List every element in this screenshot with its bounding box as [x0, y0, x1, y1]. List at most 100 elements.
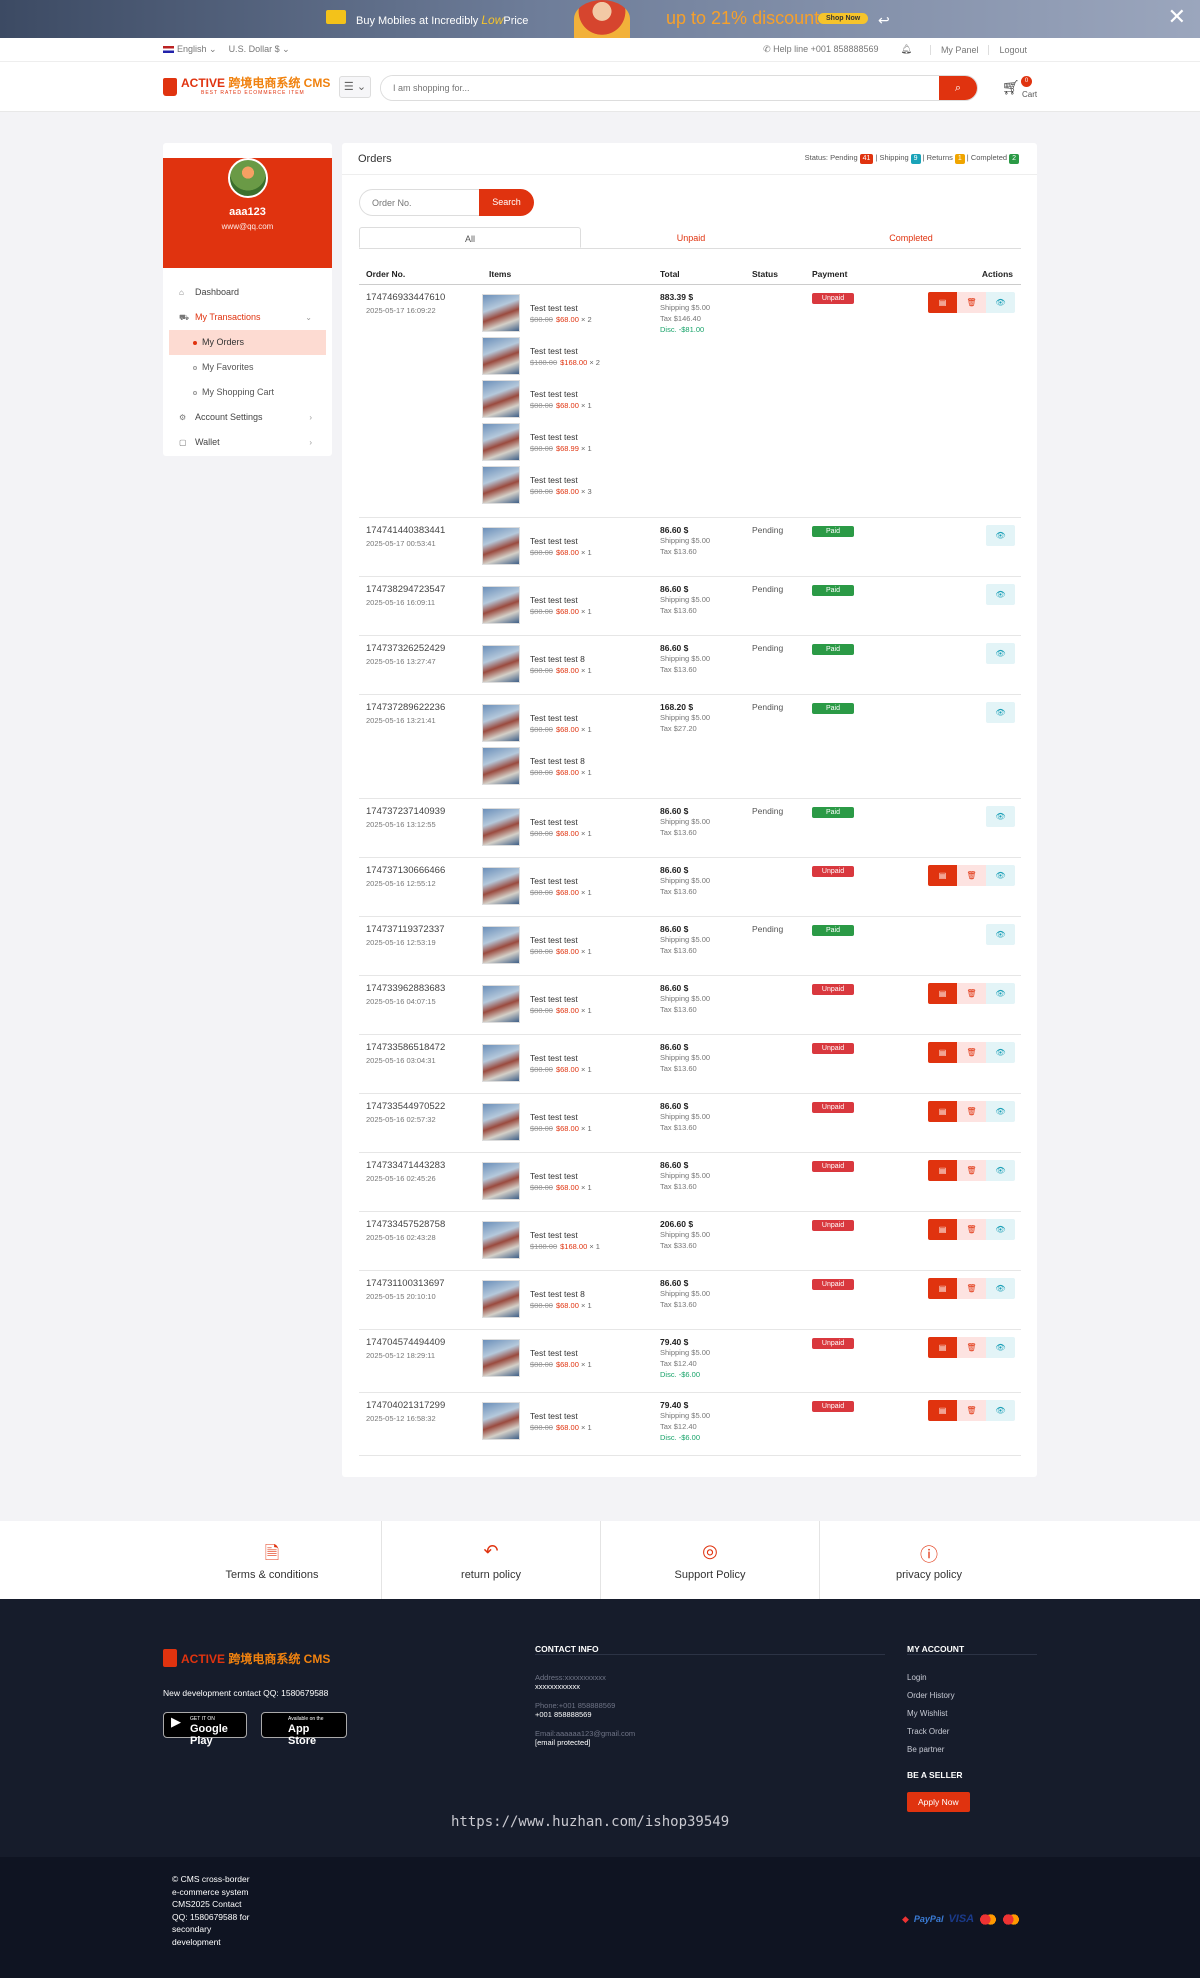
- terms-link[interactable]: 🗎 Terms & conditions: [163, 1521, 382, 1599]
- tab-all[interactable]: All: [359, 227, 581, 248]
- pay-button[interactable]: ▤: [928, 1159, 957, 1181]
- product-thumbnail[interactable]: [482, 704, 520, 742]
- delete-button[interactable]: 🗑︎: [957, 864, 986, 886]
- order-item[interactable]: Test test test $188.00 $168.00 × 2: [482, 335, 660, 378]
- order-number[interactable]: 174733962883683: [366, 983, 482, 994]
- search-input[interactable]: [381, 76, 941, 100]
- view-button[interactable]: 👁︎: [986, 291, 1015, 313]
- pay-button[interactable]: ▤: [928, 864, 957, 886]
- order-number[interactable]: 174737237140939: [366, 806, 482, 817]
- view-button[interactable]: 👁︎: [986, 1399, 1015, 1421]
- order-number[interactable]: 174738294723547: [366, 584, 482, 595]
- view-button[interactable]: 👁︎: [986, 1336, 1015, 1358]
- order-item[interactable]: Test test test $88.00 $68.00 × 1: [482, 1101, 660, 1144]
- order-search-button[interactable]: Search: [479, 189, 534, 216]
- view-button[interactable]: 👁︎: [986, 805, 1015, 827]
- order-item[interactable]: Test test test $188.00 $168.00 × 1: [482, 1219, 660, 1262]
- pay-button[interactable]: ▤: [928, 1336, 957, 1358]
- order-item[interactable]: Test test test $88.00 $68.00 × 1: [482, 1160, 660, 1203]
- order-item[interactable]: Test test test $88.00 $68.00 × 1: [482, 1042, 660, 1085]
- product-thumbnail[interactable]: [482, 926, 520, 964]
- site-logo[interactable]: ACTIVE 跨境电商系统 CMS BEST RATED ECOMMERCE I…: [163, 77, 330, 96]
- delete-button[interactable]: 🗑︎: [957, 1218, 986, 1240]
- product-thumbnail[interactable]: [482, 985, 520, 1023]
- login-link[interactable]: Login: [907, 1673, 1037, 1682]
- order-item[interactable]: Test test test 8 $88.00 $68.00 × 1: [482, 643, 660, 686]
- tab-completed[interactable]: Completed: [801, 227, 1021, 248]
- delete-button[interactable]: 🗑︎: [957, 1399, 986, 1421]
- sidebar-item-wallet[interactable]: ▢ Wallet ›: [163, 430, 332, 455]
- google-play-button[interactable]: ▶ GET IT ON Google Play: [163, 1712, 247, 1747]
- logout-link[interactable]: Logout: [988, 44, 1037, 55]
- order-item[interactable]: Test test test $88.00 $68.00 × 1: [482, 378, 660, 421]
- delete-button[interactable]: 🗑︎: [957, 291, 986, 313]
- pay-button[interactable]: ▤: [928, 1399, 957, 1421]
- order-item[interactable]: Test test test $88.00 $68.00 × 2: [482, 292, 660, 335]
- view-button[interactable]: 👁︎: [986, 524, 1015, 546]
- order-number[interactable]: 174737326252429: [366, 643, 482, 654]
- view-button[interactable]: 👁︎: [986, 923, 1015, 945]
- order-item[interactable]: Test test test $88.00 $68.00 × 1: [482, 1400, 660, 1443]
- order-item[interactable]: Test test test $88.00 $68.00 × 1: [482, 702, 660, 745]
- order-number[interactable]: 174737130666466: [366, 865, 482, 876]
- order-number[interactable]: 174733586518472: [366, 1042, 482, 1053]
- order-number[interactable]: 174741440383441: [366, 525, 482, 536]
- view-button[interactable]: 👁︎: [986, 1277, 1015, 1299]
- sidebar-item-my-orders[interactable]: My Orders: [169, 330, 326, 355]
- order-item[interactable]: Test test test $88.00 $68.00 × 1: [482, 983, 660, 1026]
- my-panel-link[interactable]: My Panel: [929, 44, 989, 55]
- order-number[interactable]: 174737119372337: [366, 924, 482, 935]
- order-number-input[interactable]: [359, 189, 479, 216]
- order-history-link[interactable]: Order History: [907, 1691, 1037, 1700]
- order-item[interactable]: Test test test $88.00 $68.00 × 1: [482, 806, 660, 849]
- product-thumbnail[interactable]: [482, 645, 520, 683]
- language-select[interactable]: English ⌄: [163, 44, 217, 55]
- pay-button[interactable]: ▤: [928, 1100, 957, 1122]
- order-number[interactable]: 174746933447610: [366, 292, 482, 303]
- category-menu-button[interactable]: ☰ ⌄: [339, 76, 371, 98]
- order-item[interactable]: Test test test $88.00 $68.00 × 1: [482, 1337, 660, 1380]
- view-button[interactable]: 👁︎: [986, 1041, 1015, 1063]
- order-item[interactable]: Test test test $88.00 $68.00 × 3: [482, 464, 660, 507]
- product-thumbnail[interactable]: [482, 423, 520, 461]
- delete-button[interactable]: 🗑︎: [957, 1100, 986, 1122]
- pay-button[interactable]: ▤: [928, 1277, 957, 1299]
- product-thumbnail[interactable]: [482, 1402, 520, 1440]
- apply-now-button[interactable]: Apply Now: [907, 1792, 970, 1812]
- view-button[interactable]: 👁︎: [986, 583, 1015, 605]
- view-button[interactable]: 👁︎: [986, 1100, 1015, 1122]
- product-thumbnail[interactable]: [482, 466, 520, 504]
- view-button[interactable]: 👁︎: [986, 864, 1015, 886]
- sidebar-item-account-settings[interactable]: ⚙ Account Settings ›: [163, 405, 332, 430]
- product-thumbnail[interactable]: [482, 1162, 520, 1200]
- product-thumbnail[interactable]: [482, 586, 520, 624]
- sidebar-item-dashboard[interactable]: ⌂ Dashboard: [163, 280, 332, 305]
- wishlist-link[interactable]: My Wishlist: [907, 1709, 1037, 1718]
- order-item[interactable]: Test test test 8 $88.00 $68.00 × 1: [482, 1278, 660, 1321]
- delete-button[interactable]: 🗑︎: [957, 1159, 986, 1181]
- sidebar-item-my-favorites[interactable]: My Favorites: [163, 355, 332, 380]
- order-item[interactable]: Test test test $88.00 $68.00 × 1: [482, 924, 660, 967]
- product-thumbnail[interactable]: [482, 1221, 520, 1259]
- sidebar-item-shopping-cart[interactable]: My Shopping Cart: [163, 380, 332, 405]
- product-thumbnail[interactable]: [482, 527, 520, 565]
- order-item[interactable]: Test test test $88.00 $68.99 × 1: [482, 421, 660, 464]
- order-item[interactable]: Test test test 8 $88.00 $68.00 × 1: [482, 745, 660, 788]
- order-item[interactable]: Test test test $88.00 $68.00 × 1: [482, 584, 660, 627]
- product-thumbnail[interactable]: [482, 747, 520, 785]
- view-button[interactable]: 👁︎: [986, 1218, 1015, 1240]
- cart-button[interactable]: 🛒︎ 0 Cart: [1002, 76, 1037, 99]
- product-thumbnail[interactable]: [482, 808, 520, 846]
- order-item[interactable]: Test test test $88.00 $68.00 × 1: [482, 525, 660, 568]
- sidebar-item-transactions[interactable]: ⛟ My Transactions ⌄: [163, 305, 332, 330]
- promo-banner[interactable]: Buy Mobiles at Incredibly LowPrice up to…: [0, 0, 1200, 38]
- product-thumbnail[interactable]: [482, 867, 520, 905]
- order-number[interactable]: 174731100313697: [366, 1278, 482, 1289]
- shop-now-button[interactable]: Shop Now: [818, 13, 869, 24]
- product-thumbnail[interactable]: [482, 1339, 520, 1377]
- footer-logo[interactable]: ACTIVE 跨境电商系统 CMS: [163, 1649, 330, 1667]
- search-button[interactable]: ⌕: [939, 76, 977, 100]
- view-button[interactable]: 👁︎: [986, 642, 1015, 664]
- close-icon[interactable]: ✕: [1168, 4, 1186, 30]
- pay-button[interactable]: ▤: [928, 1218, 957, 1240]
